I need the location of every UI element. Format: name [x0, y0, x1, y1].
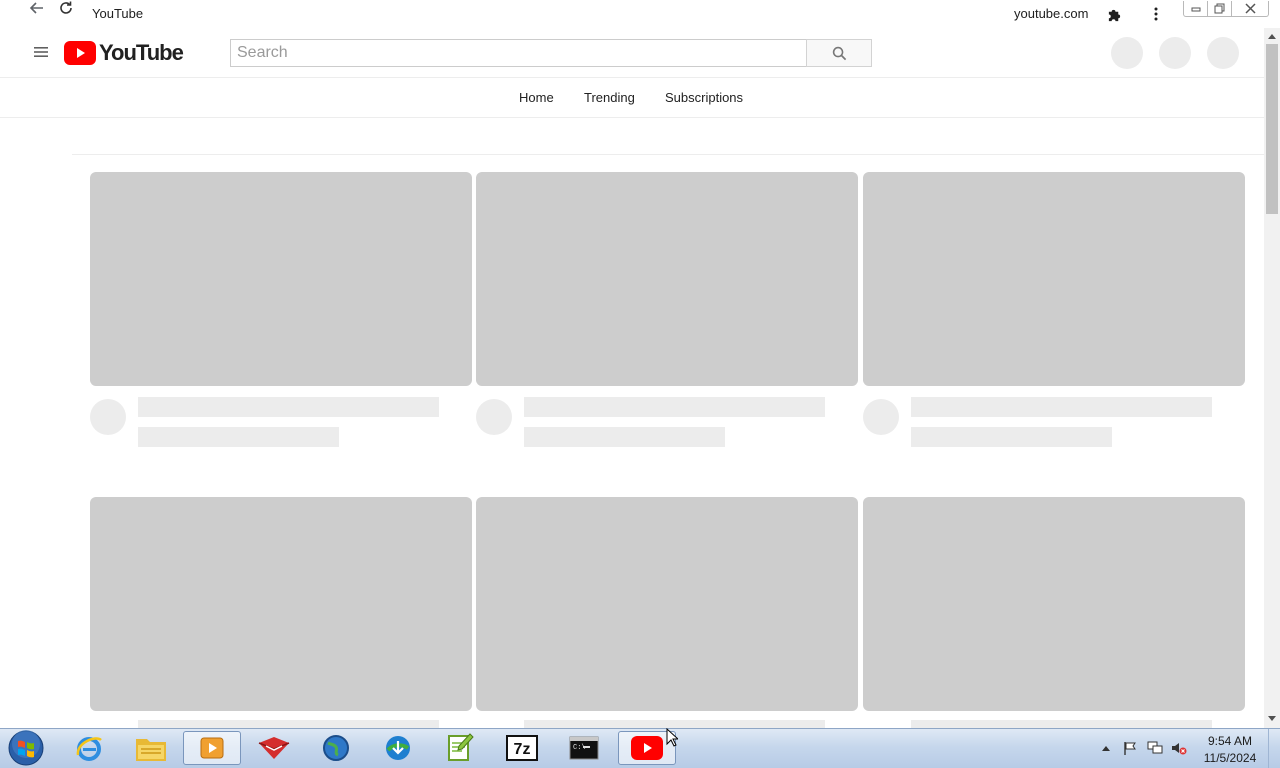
window-title: YouTube: [92, 6, 144, 21]
globe-app-icon: [323, 735, 349, 761]
taskbar-download-manager[interactable]: [369, 731, 427, 765]
command-prompt-icon: C:\: [569, 736, 599, 760]
reload-icon: [60, 1, 72, 14]
clock-time[interactable]: 9:54 AM: [1203, 734, 1257, 748]
more-menu-button[interactable]: [1145, 4, 1167, 24]
back-button[interactable]: [29, 0, 45, 21]
taskbar-globe-app[interactable]: [307, 731, 365, 765]
channel-avatar-placeholder: [863, 399, 899, 435]
meta-placeholder: [138, 427, 339, 447]
taskbar-file-explorer[interactable]: [122, 731, 180, 765]
video-thumbnail-placeholder: [476, 172, 858, 386]
scroll-down-button[interactable]: [1264, 710, 1280, 726]
clock-date[interactable]: 11/5/2024: [1201, 751, 1259, 765]
avatar-placeholder: [1207, 37, 1239, 69]
guide-menu-button[interactable]: [30, 41, 52, 63]
video-thumbnail-placeholder: [90, 172, 472, 386]
speaker-muted-icon: [1172, 743, 1187, 755]
arrow-left-icon: [29, 2, 43, 14]
video-thumbnail-placeholder: [476, 497, 858, 711]
taskbar-red-app[interactable]: [245, 731, 303, 765]
7zip-icon: 7z: [506, 735, 538, 761]
svg-text:7z: 7z: [514, 741, 531, 758]
search-box[interactable]: [230, 39, 808, 67]
network-icon: [1147, 741, 1163, 754]
video-thumbnail-placeholder: [863, 497, 1245, 711]
start-button[interactable]: [6, 729, 46, 767]
flag-icon: [1124, 742, 1136, 755]
media-player-icon: [200, 737, 224, 759]
chevron-up-icon: [1102, 745, 1110, 751]
tab-home[interactable]: Home: [519, 90, 554, 105]
channel-avatar-placeholder: [476, 399, 512, 435]
tab-trending[interactable]: Trending: [584, 90, 635, 105]
search-button[interactable]: [806, 39, 872, 67]
extensions-button[interactable]: [1103, 4, 1125, 24]
taskbar-7zip[interactable]: 7z: [493, 731, 551, 765]
meta-placeholder: [911, 427, 1112, 447]
pointer-cursor-icon: [666, 727, 680, 747]
masthead-divider: [0, 77, 1264, 78]
tray-volume-muted[interactable]: [1170, 739, 1188, 757]
show-desktop-button[interactable]: [1268, 729, 1280, 768]
tabs-divider: [0, 117, 1264, 118]
logo-text: YouTube: [99, 40, 184, 65]
title-placeholder: [138, 397, 439, 417]
taskbar-notepad-plus-plus[interactable]: [431, 731, 489, 765]
tray-network[interactable]: [1146, 739, 1164, 757]
red-app-icon: [258, 737, 290, 759]
scroll-up-button[interactable]: [1264, 28, 1280, 44]
kebab-menu-icon: [1154, 7, 1158, 21]
close-button[interactable]: [1231, 1, 1269, 17]
title-placeholder: [524, 397, 825, 417]
search-icon: [832, 46, 846, 60]
internet-explorer-icon: [76, 737, 102, 761]
taskbar-command-prompt[interactable]: C:\: [555, 731, 613, 765]
youtube-play-icon: [64, 41, 96, 65]
meta-placeholder: [524, 427, 725, 447]
channel-avatar-placeholder: [90, 399, 126, 435]
reload-button[interactable]: [58, 0, 74, 21]
hamburger-icon: [34, 47, 48, 57]
search-input[interactable]: [231, 40, 807, 66]
title-placeholder: [911, 397, 1212, 417]
file-explorer-icon: [136, 739, 166, 761]
tab-subscriptions[interactable]: Subscriptions: [665, 90, 743, 105]
caret-up-icon: [1268, 33, 1276, 39]
close-icon: [1244, 3, 1256, 14]
restore-icon: [1214, 3, 1225, 14]
taskbar-internet-explorer[interactable]: [60, 731, 118, 765]
title-placeholder: [911, 720, 1212, 728]
download-manager-icon: [386, 736, 410, 760]
masthead-button-placeholder: [1111, 37, 1143, 69]
title-placeholder: [524, 720, 825, 728]
site-domain: youtube.com: [1014, 6, 1089, 21]
minimize-icon: [1191, 7, 1200, 11]
scrollbar-thumb[interactable]: [1266, 44, 1278, 214]
show-hidden-icons-button[interactable]: [1099, 741, 1113, 755]
video-thumbnail-placeholder: [863, 172, 1245, 386]
restore-button[interactable]: [1207, 1, 1232, 17]
tray-action-center[interactable]: [1121, 739, 1139, 757]
content-divider: [72, 154, 1264, 155]
masthead-button-placeholder: [1159, 37, 1191, 69]
mouse-cursor: [666, 727, 680, 752]
video-thumbnail-placeholder: [90, 497, 472, 711]
youtube-logo[interactable]: YouTube: [64, 40, 184, 66]
caret-down-icon: [1268, 715, 1276, 721]
minimize-button[interactable]: [1183, 1, 1208, 17]
windows-orb-icon: [8, 730, 44, 766]
notepad-plus-plus-icon: [448, 733, 474, 761]
youtube-icon: [631, 736, 663, 760]
taskbar-media-player[interactable]: [183, 731, 241, 765]
puzzle-icon: [1108, 9, 1120, 21]
title-placeholder: [138, 720, 439, 728]
